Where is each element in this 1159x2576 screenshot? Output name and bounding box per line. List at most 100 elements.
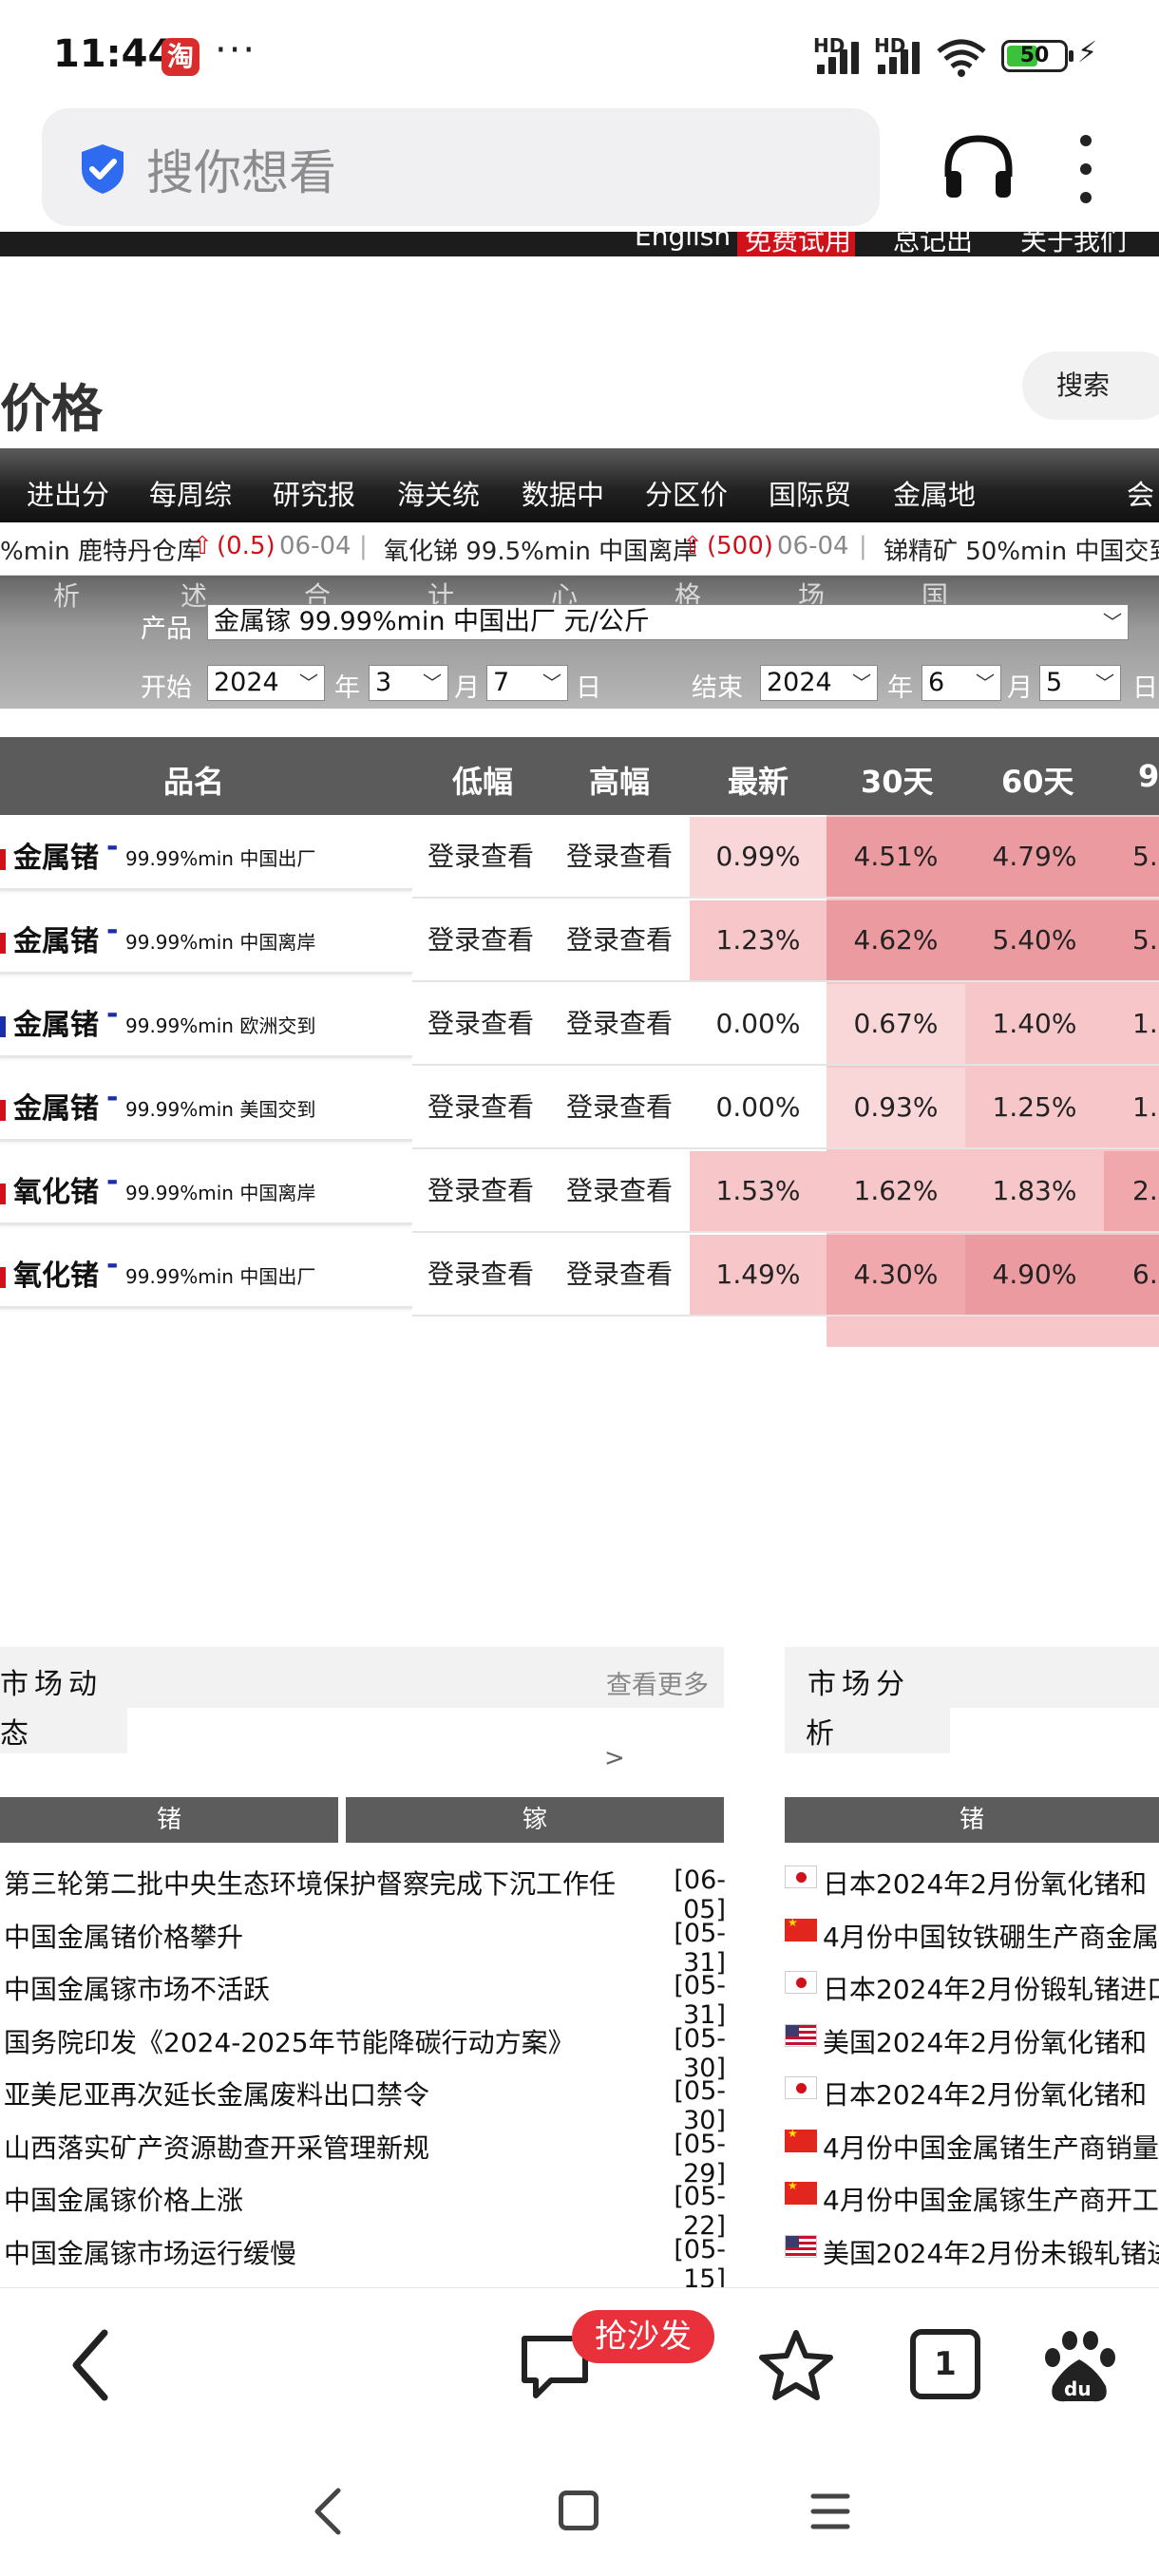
table-row[interactable]: 金属锗 -99.99%min 美国交到 xyxy=(0,1066,412,1142)
news-item[interactable]: 国务院印发《2024-2025年节能降碳行动方案》 xyxy=(4,2022,575,2060)
product-select[interactable]: 金属镓 99.99%min 中国出厂 元/公斤 ﹀ xyxy=(207,604,1129,640)
chevron-right-icon[interactable]: > xyxy=(604,1744,625,1772)
ticker-item-text[interactable]: 氧化锑 99.5%min 中国离岸 xyxy=(384,532,697,567)
cell-low[interactable]: 登录查看 xyxy=(412,1068,549,1147)
product-name[interactable]: 金属锗 xyxy=(13,1001,99,1043)
star-icon[interactable] xyxy=(756,2327,836,2403)
ticker-item-text[interactable]: 锑精矿 50%min 中国交到 xyxy=(884,532,1159,567)
cell-high[interactable]: 登录查看 xyxy=(551,900,688,980)
cell-low[interactable]: 登录查看 xyxy=(412,900,549,980)
start-day-select[interactable]: 7 ﹀ xyxy=(486,665,568,701)
cell-high[interactable]: 登录查看 xyxy=(551,984,688,1064)
analysis-item[interactable]: 日本2024年2月份氧化锗和 xyxy=(823,1864,1147,1902)
cell-low[interactable]: 登录查看 xyxy=(412,1151,549,1231)
menu-item[interactable]: 会 xyxy=(1127,473,1154,513)
menu-item[interactable]: 每周综 xyxy=(149,473,232,513)
col-header-name: 品名 xyxy=(163,764,225,800)
news-item[interactable]: 山西落实矿产资源勘查开采管理新规 xyxy=(4,2128,429,2166)
nav-link-3[interactable]: 总记出 xyxy=(893,232,973,256)
search-input[interactable]: 搜你想看 xyxy=(146,135,336,203)
menu-item[interactable]: 海关统 xyxy=(397,473,480,513)
news-date: [05-31] xyxy=(674,1971,726,2030)
cell-low[interactable]: 登录查看 xyxy=(412,984,549,1064)
site-search-button[interactable]: 搜索 xyxy=(1022,351,1159,420)
end-month-select[interactable]: 6 ﹀ xyxy=(922,665,1001,701)
ticker-separator: | xyxy=(359,532,368,560)
analysis-item[interactable]: 日本2024年2月份锻轧锗进口 xyxy=(823,1969,1159,2007)
grab-sofa-badge[interactable]: 抢沙发 xyxy=(572,2310,714,2363)
product-name[interactable]: 氧化锗 xyxy=(13,1168,99,1210)
table-row[interactable]: 金属锗 -99.99%min 欧洲交到 xyxy=(0,982,412,1058)
news-item[interactable]: 第三轮第二批中央生态环境保护督察完成下沉工作任 xyxy=(4,1864,616,1902)
analysis-item[interactable]: 4月份中国金属锗生产商销量 xyxy=(823,2128,1159,2166)
analysis-item[interactable]: 4月份中国金属镓生产商开工 xyxy=(823,2180,1159,2218)
row-divider xyxy=(412,980,1159,982)
page-title: 价格 xyxy=(0,379,103,439)
tab-germanium-analysis[interactable]: 锗 xyxy=(785,1797,1159,1843)
separator: - xyxy=(106,1165,119,1198)
product-name[interactable]: 氧化锗 xyxy=(13,1252,99,1294)
table-row[interactable]: 金属锗 -99.99%min 中国离岸 xyxy=(0,899,412,975)
menu-item[interactable]: 研究报 xyxy=(273,473,355,513)
tab-gallium[interactable]: 镓 xyxy=(346,1797,724,1843)
news-item[interactable]: 亚美尼亚再次延长金属废料出口禁令 xyxy=(4,2074,429,2112)
news-item[interactable]: 中国金属锗价格攀升 xyxy=(4,1917,243,1955)
col-header-90d[interactable]: 9 xyxy=(1138,758,1159,794)
nav-menu-icon[interactable] xyxy=(809,2491,851,2532)
col-header-60d[interactable]: 60天 xyxy=(1001,758,1074,802)
cell-d90: 6. xyxy=(1104,1235,1159,1315)
cell-high[interactable]: 登录查看 xyxy=(551,1068,688,1147)
back-icon[interactable] xyxy=(66,2327,114,2403)
free-trial-link[interactable]: 免费试用 xyxy=(745,232,851,256)
separator: - xyxy=(106,997,119,1031)
analysis-item[interactable]: 美国2024年2月份氧化锗和 xyxy=(823,2022,1147,2060)
start-month-select[interactable]: 3 ﹀ xyxy=(369,665,448,701)
cell-low[interactable]: 登录查看 xyxy=(412,817,549,897)
end-year-value: 2024 xyxy=(767,668,832,697)
about-link[interactable]: 关于我们 xyxy=(1020,232,1127,256)
col-header-low[interactable]: 低幅 xyxy=(452,758,513,802)
product-name[interactable]: 金属锗 xyxy=(13,918,99,959)
analysis-item[interactable]: 4月份中国钕铁硼生产商金属 xyxy=(823,1917,1159,1955)
cell-d60: 5.40% xyxy=(965,900,1104,980)
nav-back-icon[interactable] xyxy=(310,2485,344,2538)
news-item[interactable]: 中国金属镓市场不活跃 xyxy=(4,1969,270,2007)
product-name[interactable]: 金属锗 xyxy=(13,1085,99,1127)
cell-d60: 1.83% xyxy=(965,1151,1104,1231)
end-day-select[interactable]: 5 ﹀ xyxy=(1039,665,1121,701)
news-item[interactable]: 中国金属镓市场运行缓慢 xyxy=(4,2233,296,2271)
menu-item[interactable]: 金属地 xyxy=(893,473,976,513)
table-row[interactable]: 金属锗 -99.99%min 中国出厂 xyxy=(0,815,412,891)
menu-item[interactable]: 分区价 xyxy=(645,473,728,513)
start-year-select[interactable]: 2024 ﹀ xyxy=(207,665,325,701)
site-top-nav: English 免费试用 总记出 关于我们 xyxy=(0,232,1159,256)
menu-item[interactable]: 数据中 xyxy=(522,473,604,513)
col-header-30d[interactable]: 30天 xyxy=(861,758,934,802)
more-vert-icon[interactable] xyxy=(1072,131,1100,207)
analysis-item[interactable]: 美国2024年2月份未锻轧锗进 xyxy=(823,2233,1159,2271)
ticker-item-text[interactable]: %min 鹿特丹仓库 xyxy=(0,532,201,567)
col-header-latest[interactable]: 最新 xyxy=(728,758,788,802)
end-year-select[interactable]: 2024 ﹀ xyxy=(760,665,878,701)
news-item[interactable]: 中国金属镓价格上涨 xyxy=(4,2180,243,2218)
product-name[interactable]: 金属锗 xyxy=(13,834,99,876)
ticker-change: (0.5) xyxy=(217,532,276,560)
col-header-high[interactable]: 高幅 xyxy=(589,758,650,802)
table-row[interactable]: 氧化锗 -99.99%min 中国出厂 xyxy=(0,1233,412,1309)
english-link[interactable]: English xyxy=(635,232,731,252)
cell-low[interactable]: 登录查看 xyxy=(412,1235,549,1315)
headphones-icon[interactable] xyxy=(940,129,1016,205)
cell-high[interactable]: 登录查看 xyxy=(551,1235,688,1315)
tabs-icon[interactable]: 1 xyxy=(910,2329,980,2399)
nav-home-icon[interactable] xyxy=(559,2491,598,2530)
baidu-icon[interactable]: du xyxy=(1039,2327,1119,2407)
analysis-item[interactable]: 日本2024年2月份氧化锗和 xyxy=(823,2074,1147,2112)
tab-germanium[interactable]: 锗 xyxy=(0,1797,338,1843)
view-more-link[interactable]: 查看更多 xyxy=(606,1664,709,1701)
menu-item[interactable]: 国际贸 xyxy=(769,473,851,513)
cell-high[interactable]: 登录查看 xyxy=(551,1151,688,1231)
cell-high[interactable]: 登录查看 xyxy=(551,817,688,897)
news-date: [05-30] xyxy=(674,2023,726,2083)
menu-item[interactable]: 进出分 xyxy=(27,473,109,513)
table-row[interactable]: 氧化锗 -99.99%min 中国离岸 xyxy=(0,1149,412,1225)
